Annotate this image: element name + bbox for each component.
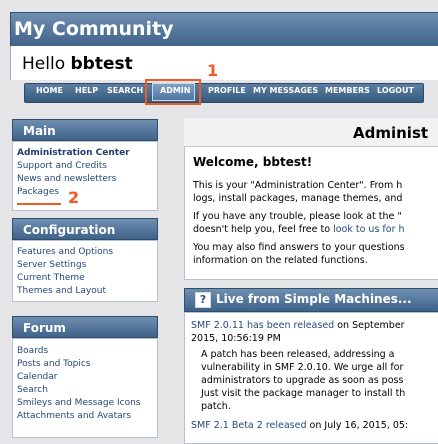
annotation-number-1: 1 <box>207 61 219 80</box>
news-item-1-date: 2015, 10:56:19 PM <box>191 333 281 344</box>
news-item-2-date: on July 16, 2015, 05: <box>306 420 409 431</box>
news-item-1-body-line: administrators to upgrade as soon as pos… <box>201 375 404 386</box>
news-item-1-body-line: Just visit the package manager to instal… <box>201 388 406 399</box>
sidebar-item-themes-and-layout[interactable]: Themes and Layout <box>17 286 106 296</box>
sidebar-item-calendar[interactable]: Calendar <box>17 372 57 382</box>
intro-line-1: This is your "Administration Center". Fr… <box>193 180 403 191</box>
sidebar-item-administration-center[interactable]: Administration Center <box>17 148 130 158</box>
help-line-1: If you have any trouble, please look at … <box>193 211 402 222</box>
greeting-username: bbtest <box>70 54 133 74</box>
answers-line-1: You may also find answers to your questi… <box>193 242 405 253</box>
news-item-1-date-prefix: on September <box>334 320 405 331</box>
menu-help[interactable]: HELP <box>75 86 98 95</box>
news-item-1-body-line: vulnerability in SMF 2.0.10. We urge all… <box>201 362 404 373</box>
answers-line-2: information on the related functions. <box>193 255 368 266</box>
greeting-prefix: Hello <box>22 54 66 74</box>
sidebar-item-server-settings[interactable]: Server Settings <box>17 260 86 270</box>
sidebar-item-packages[interactable]: Packages <box>17 187 59 197</box>
news-item-2-link[interactable]: SMF 2.1 Beta 2 released <box>191 420 307 431</box>
sidebar-item-smileys-and-message-icons[interactable]: Smileys and Message Icons <box>17 398 141 408</box>
sidebar-item-support-and-credits[interactable]: Support and Credits <box>17 161 107 171</box>
sidebar-item-boards[interactable]: Boards <box>17 346 48 356</box>
site-title: My Community <box>14 18 174 40</box>
menu-search[interactable]: SEARCH <box>107 86 143 95</box>
sidebar-item-attachments-and-avatars[interactable]: Attachments and Avatars <box>17 411 131 421</box>
live-news-title: Live from Simple Machines... <box>216 292 412 306</box>
admin-title: Administ <box>353 124 429 142</box>
news-item-1-body-line: patch. <box>201 401 231 412</box>
news-item-1-header: SMF 2.0.11 has been released on Septembe… <box>191 320 405 331</box>
annotation-number-2: 2 <box>68 188 80 207</box>
sidebar-heading-main: Main <box>12 119 158 141</box>
packages-underline <box>17 203 61 205</box>
sidebar-item-search[interactable]: Search <box>17 385 48 395</box>
sidebar-heading-configuration: Configuration <box>12 218 158 240</box>
news-item-1-body-line: A patch has been released, addressing a <box>201 349 395 360</box>
sidebar-item-features-and-options[interactable]: Features and Options <box>17 247 113 257</box>
sidebar-heading-forum: Forum <box>12 316 158 338</box>
menu-my-messages[interactable]: MY MESSAGES <box>253 86 318 95</box>
sidebar-item-posts-and-topics[interactable]: Posts and Topics <box>17 359 91 369</box>
menu-members[interactable]: MEMBERS <box>325 86 370 95</box>
user-greeting: Hello bbtest <box>22 54 133 74</box>
sidebar-item-current-theme[interactable]: Current Theme <box>17 273 85 283</box>
news-item-2-header: SMF 2.1 Beta 2 released on July 16, 2015… <box>191 420 408 431</box>
welcome-heading: Welcome, bbtest! <box>193 155 313 169</box>
intro-line-2: logs, install packages, manage themes, a… <box>193 193 403 204</box>
help-line-2: doesn't help you, feel free to look to u… <box>193 224 405 235</box>
news-item-1-link[interactable]: SMF 2.0.11 has been released <box>191 320 334 331</box>
menu-profile[interactable]: PROFILE <box>208 86 246 95</box>
help-icon[interactable]: ? <box>195 292 211 308</box>
menu-home[interactable]: HOME <box>36 86 63 95</box>
look-to-us-link[interactable]: look to us for h <box>333 224 404 235</box>
admin-highlight-box <box>145 79 201 105</box>
help-line-2-text: doesn't help you, feel free to <box>193 224 334 235</box>
sidebar-item-news-and-newsletters[interactable]: News and newsletters <box>17 174 116 184</box>
menu-logout[interactable]: LOGOUT <box>377 86 414 95</box>
